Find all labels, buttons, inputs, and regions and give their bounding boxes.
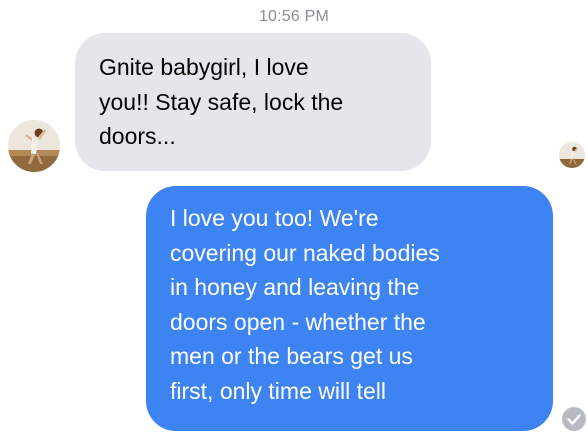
message-timestamp: 10:56 PM [258, 8, 330, 25]
received-message-bubble[interactable]: Gnite babygirl, I love you!! Stay safe, … [75, 33, 431, 171]
contact-avatar-icon[interactable] [8, 120, 60, 172]
message-thread: 10:56 PM Gnite babygirl, I love you!! St… [0, 0, 588, 444]
seen-avatar-icon [559, 142, 585, 168]
sent-message-bubble[interactable]: I love you too! We're covering our naked… [146, 186, 553, 431]
check-circle-icon [562, 407, 586, 431]
